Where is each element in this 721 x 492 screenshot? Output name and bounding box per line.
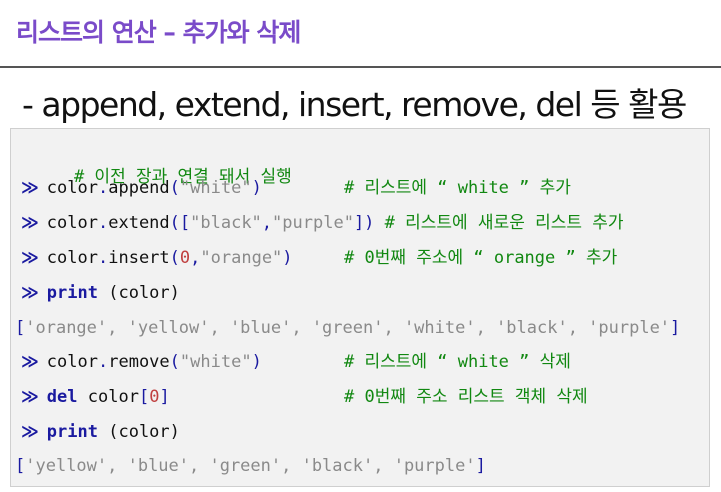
code-string: "purple" [272, 213, 354, 233]
code-method: append [108, 178, 170, 198]
code-line-remove: ≫ color.remove("white") # 리스트에 “ white ” 삭… [21, 352, 571, 372]
code-number: 0 [179, 248, 191, 268]
code-argument: (color) [108, 422, 180, 442]
code-method: extend [108, 213, 170, 233]
title-divider [0, 66, 721, 68]
prompt-icon: ≫ [21, 422, 39, 442]
code-comment: # 리스트에 “ white ” 추가 [344, 178, 571, 198]
prompt-icon: ≫ [21, 352, 39, 372]
code-argument: (color) [108, 283, 180, 303]
code-comment: # 리스트에 새로운 리스트 추가 [384, 213, 624, 233]
code-string: "white" [179, 352, 252, 372]
code-method: remove [108, 352, 170, 372]
code-object: color [46, 213, 98, 233]
code-keyword: del [46, 387, 78, 407]
code-keyword: print [46, 283, 98, 303]
prompt-icon: ≫ [21, 213, 39, 233]
code-line-append: ≫ color.append("white") # 리스트에 “ white ” 추… [21, 178, 571, 198]
code-line-insert: ≫ color.insert(0,"orange") # 0번째 주소에 “ ora… [21, 248, 618, 268]
output-list-items: 'orange', 'yellow', 'blue', 'green', 'wh… [25, 318, 671, 338]
code-block: # 이전 장과 연결 돼서 실행 ≫ color.append("white") #… [10, 128, 710, 487]
code-line-print: ≫ print (color) [21, 420, 180, 444]
code-object: color [87, 387, 139, 407]
code-number: 0 [149, 387, 160, 407]
code-keyword: print [46, 422, 98, 442]
code-line-print: ≫ print (color) [21, 281, 180, 305]
code-string: "white" [179, 178, 252, 198]
code-line-comment: # 이전 장과 연결 돼서 실행 [33, 141, 292, 187]
code-object: color [46, 352, 98, 372]
code-output-line: ['orange', 'yellow', 'blue', 'green', 'w… [15, 318, 681, 338]
slide-subtitle: - append, extend, insert, remove, del 등 … [22, 85, 687, 124]
output-list-items: 'yellow', 'blue', 'green', 'black', 'pur… [25, 456, 476, 476]
code-string: "orange" [200, 248, 283, 268]
code-object: color [46, 248, 98, 268]
code-output-line: ['yellow', 'blue', 'green', 'black', 'pu… [15, 456, 486, 476]
code-method: insert [108, 248, 170, 268]
prompt-icon: ≫ [21, 248, 39, 268]
slide-title: 리스트의 연산 – 추가와 삭제 [16, 18, 301, 47]
code-object: color [46, 178, 98, 198]
code-line-del: ≫ del color[0] # 0번째 주소 리스트 객체 삭제 [21, 387, 588, 407]
code-line-extend: ≫ color.extend(["black","purple"]) # 리스트에… [21, 213, 624, 233]
code-string: "black" [190, 213, 262, 233]
prompt-icon: ≫ [21, 178, 39, 198]
prompt-icon: ≫ [21, 283, 39, 303]
code-comment: # 0번째 주소에 “ orange ” 추가 [344, 248, 618, 268]
code-comment: # 리스트에 “ white ” 삭제 [344, 352, 571, 372]
code-comment: # 0번째 주소 리스트 객체 삭제 [344, 387, 588, 407]
prompt-icon: ≫ [21, 387, 39, 407]
